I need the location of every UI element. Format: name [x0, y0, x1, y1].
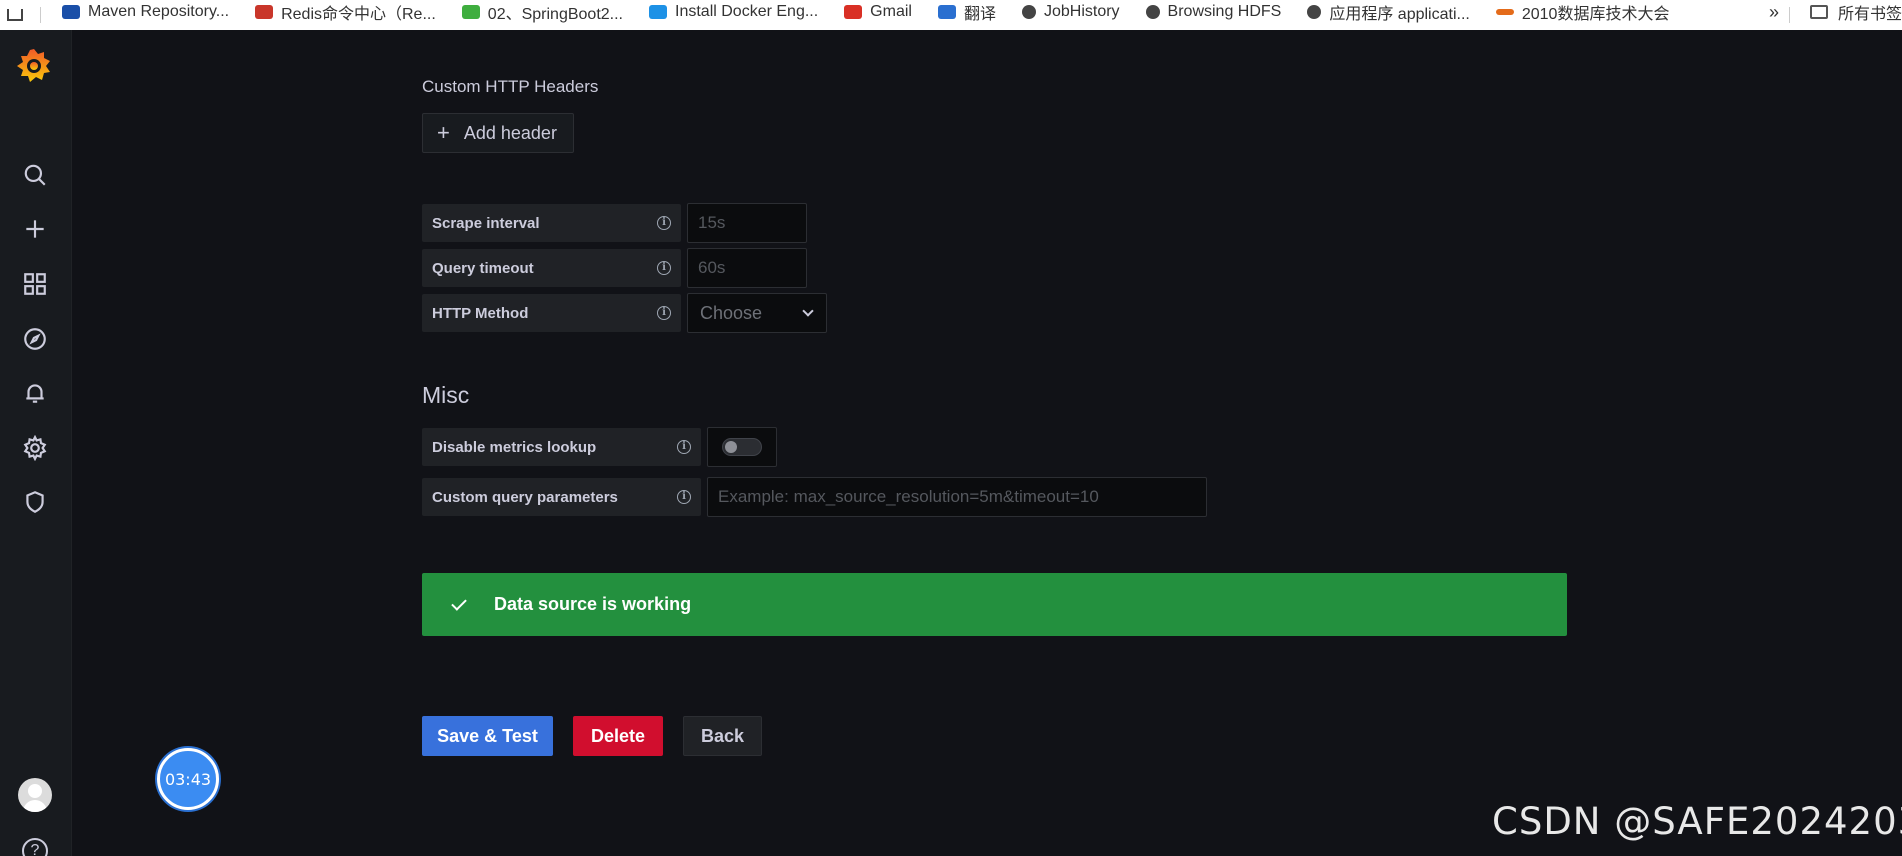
globe-icon	[1145, 5, 1160, 19]
bookmark-gmail[interactable]: Gmail	[831, 0, 925, 30]
datasource-status-alert: Data source is working	[422, 573, 1567, 636]
search-icon[interactable]	[20, 160, 50, 190]
check-icon	[451, 594, 467, 611]
dtcc-icon	[1495, 9, 1514, 15]
gmail-icon	[844, 5, 863, 19]
configuration-gear-icon[interactable]	[20, 433, 50, 463]
maven-icon	[62, 5, 80, 19]
custom-query-label: Custom query parameters i	[422, 478, 701, 516]
alert-message: Data source is working	[494, 594, 692, 614]
more-bookmarks-icon[interactable]: »	[1769, 2, 1779, 29]
globe-icon	[1021, 5, 1036, 19]
docker-icon	[649, 5, 667, 19]
query-timeout-placeholder: 60s	[698, 258, 726, 277]
alerting-bell-icon[interactable]	[20, 378, 50, 408]
bookmark-dtcc[interactable]: 2010数据库技术大会	[1483, 0, 1683, 30]
bookmark-label: JobHistory	[1043, 3, 1120, 20]
http-method-row: HTTP Method i Choose	[422, 293, 827, 333]
bookmark-label: Redis命令中心（Re...	[281, 6, 436, 23]
info-icon[interactable]: i	[657, 306, 671, 320]
redis-icon	[255, 5, 274, 19]
bookmarks-bar: Maven Repository... Redis命令中心（Re... 02、S…	[0, 0, 1902, 30]
disable-metrics-label: Disable metrics lookup i	[422, 428, 701, 466]
scrape-interval-label-text: Scrape interval	[432, 214, 540, 232]
user-avatar[interactable]	[18, 778, 52, 812]
custom-query-label-text: Custom query parameters	[432, 488, 618, 506]
info-icon[interactable]: i	[657, 261, 671, 275]
info-icon[interactable]: i	[657, 216, 671, 230]
folder-icon	[1809, 5, 1828, 19]
http-method-label: HTTP Method i	[422, 294, 681, 332]
globe-icon	[1307, 5, 1322, 19]
scrape-interval-input[interactable]: 15s	[687, 203, 807, 243]
custom-query-placeholder: Example: max_source_resolution=5m&timeou…	[718, 487, 1099, 506]
custom-query-row: Custom query parameters i Example: max_s…	[422, 477, 1207, 517]
bookmark-translate[interactable]: 翻译	[925, 0, 1009, 30]
scrape-interval-placeholder: 15s	[698, 213, 726, 232]
disable-metrics-label-text: Disable metrics lookup	[432, 438, 597, 456]
bookmarks-separator	[40, 7, 41, 23]
bookmark-redis[interactable]: Redis命令中心（Re...	[242, 0, 449, 30]
translate-icon	[937, 5, 956, 19]
bookmark-label: 2010数据库技术大会	[1521, 6, 1670, 23]
custom-http-headers-title: Custom HTTP Headers	[422, 77, 599, 96]
bookmark-label: 应用程序 applicati...	[1329, 6, 1470, 23]
bookmark-label: Gmail	[870, 3, 912, 20]
custom-query-input[interactable]: Example: max_source_resolution=5m&timeou…	[707, 477, 1207, 517]
grafana-logo-icon[interactable]	[14, 46, 54, 86]
watermark: CSDN @SAFE20242034	[1492, 800, 1902, 843]
save-test-button[interactable]: Save & Test	[422, 716, 553, 756]
help-icon[interactable]: ?	[22, 838, 48, 856]
scrape-interval-row: Scrape interval i 15s	[422, 203, 807, 243]
leaf-icon	[461, 5, 480, 19]
bookmark-label: 翻译	[963, 6, 996, 23]
create-plus-icon[interactable]	[20, 214, 50, 244]
query-timeout-input[interactable]: 60s	[687, 248, 807, 288]
explore-compass-icon[interactable]	[20, 324, 50, 354]
info-icon[interactable]: i	[677, 490, 691, 504]
apps-icon[interactable]	[0, 0, 30, 30]
bookmark-springboot[interactable]: 02、SpringBoot2...	[449, 0, 636, 30]
bookmark-label: Browsing HDFS	[1167, 3, 1282, 20]
folder-label: 所有书签	[1837, 6, 1902, 23]
query-timeout-label: Query timeout i	[422, 249, 681, 287]
floating-timer-badge[interactable]: 03:43	[157, 748, 219, 810]
http-method-select[interactable]: Choose	[687, 293, 827, 333]
bookmark-label: 02、SpringBoot2...	[487, 6, 623, 23]
disable-metrics-row: Disable metrics lookup i	[422, 427, 777, 467]
back-button[interactable]: Back	[683, 716, 762, 756]
disable-metrics-toggle[interactable]	[722, 438, 762, 456]
chevron-down-icon	[802, 305, 814, 317]
bookmark-docker[interactable]: Install Docker Eng...	[636, 0, 831, 30]
all-bookmarks-folder[interactable]: 所有书签	[1790, 0, 1902, 30]
http-method-placeholder: Choose	[700, 302, 763, 323]
dashboards-icon[interactable]	[20, 269, 50, 299]
info-icon[interactable]: i	[677, 440, 691, 454]
side-menu: ?	[0, 30, 72, 856]
grafana-page: Maven Repository... Redis命令中心（Re... 02、S…	[0, 0, 1902, 856]
bookmark-jobhistory[interactable]: JobHistory	[1009, 0, 1133, 30]
scrape-interval-label: Scrape interval i	[422, 204, 681, 242]
misc-heading: Misc	[422, 382, 470, 408]
disable-metrics-toggle-wrap	[707, 427, 777, 467]
delete-button[interactable]: Delete	[573, 716, 663, 756]
plus-icon: +	[437, 120, 450, 145]
add-header-label: Add header	[463, 122, 557, 143]
bookmark-hdfs[interactable]: Browsing HDFS	[1133, 0, 1295, 30]
bookmark-label: Maven Repository...	[88, 3, 230, 20]
bookmark-maven[interactable]: Maven Repository...	[49, 0, 242, 30]
query-timeout-row: Query timeout i 60s	[422, 248, 807, 288]
server-admin-shield-icon[interactable]	[20, 487, 50, 517]
query-timeout-label-text: Query timeout	[432, 259, 534, 277]
bookmark-application[interactable]: 应用程序 applicati...	[1294, 0, 1483, 30]
add-header-button[interactable]: + Add header	[422, 113, 574, 153]
bookmark-label: Install Docker Eng...	[675, 3, 819, 20]
http-method-label-text: HTTP Method	[432, 304, 529, 322]
